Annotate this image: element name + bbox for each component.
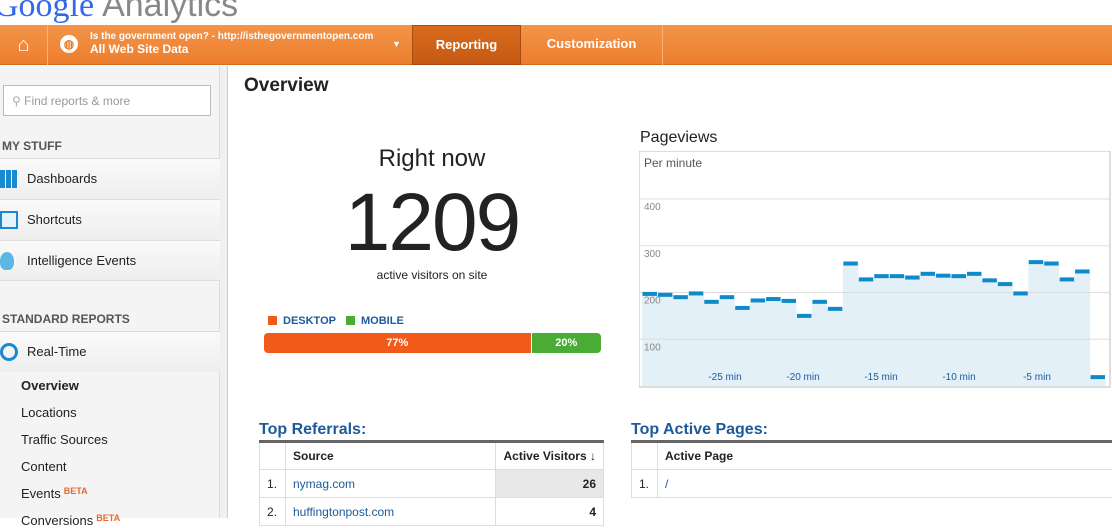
chart-bar	[859, 277, 873, 281]
table-row: 1.nymag.com26	[260, 470, 604, 498]
chart-bar	[936, 274, 950, 278]
legend-mobile: MOBILE	[346, 315, 404, 327]
chart-bar	[658, 293, 672, 297]
page-link[interactable]: /	[665, 477, 668, 491]
active-visitors-count: 1209	[262, 176, 602, 270]
chart-bar	[828, 307, 842, 311]
referrals-table: SourceActive Visitors ↓ 1.nymag.com26 2.…	[259, 440, 604, 526]
sidebar-item-intelligence-events[interactable]: Intelligence Events	[0, 240, 220, 281]
shortcut-icon	[0, 211, 18, 229]
real-time-icon	[0, 343, 18, 361]
legend-desktop: DESKTOP	[268, 315, 336, 327]
chart-bar	[782, 299, 796, 303]
chart-bar	[643, 292, 657, 296]
chart-bar	[967, 272, 981, 276]
referral-link[interactable]: huffingtonpost.com	[293, 505, 394, 519]
property-view: All Web Site Data	[90, 42, 188, 56]
chart-bar	[1060, 277, 1074, 281]
chart-bar	[982, 278, 996, 282]
chart-bar	[751, 298, 765, 302]
pageviews-chart: Per minute 100 200 300 400 -25 min -20 min -15 …	[639, 151, 1112, 388]
sidebar-sub-content[interactable]: Content	[21, 459, 67, 474]
chevron-down-icon: ▼	[392, 39, 401, 49]
beta-badge: BETA	[96, 513, 120, 523]
top-active-pages-title: Top Active Pages:	[631, 421, 768, 439]
home-button[interactable]: ⌂	[0, 25, 47, 65]
chart-bar	[843, 262, 857, 266]
right-now-label: Right now	[262, 145, 602, 173]
chart-bar	[921, 272, 935, 276]
property-site: Is the government open? - http://isthego…	[90, 31, 373, 42]
search-input[interactable]: ⚲ Find reports & more	[3, 85, 211, 116]
top-nav-bar: ⌂ ◍ Is the government open? - http://ist…	[0, 25, 1112, 65]
x-tick-label: -10 min	[942, 372, 975, 383]
sidebar-sub-locations[interactable]: Locations	[21, 405, 77, 420]
chart-bar	[1029, 260, 1043, 264]
beta-badge: BETA	[64, 486, 88, 496]
active-pages-table: Active Page 1./	[631, 440, 1112, 498]
top-referrals-title: Top Referrals:	[259, 421, 366, 439]
chart-title: Pageviews	[640, 129, 717, 147]
chart-bar	[952, 274, 966, 278]
desktop-segment: 77%	[264, 333, 532, 353]
y-tick-label: 200	[644, 296, 661, 307]
section-standard-reports: STANDARD REPORTS	[2, 312, 130, 326]
tab-reporting[interactable]: Reporting	[412, 25, 521, 65]
x-tick-label: -25 min	[708, 372, 741, 383]
y-tick-label: 100	[644, 342, 661, 353]
col-source[interactable]: Source	[286, 442, 496, 470]
referral-link[interactable]: nymag.com	[293, 477, 355, 491]
globe-icon: ◍	[60, 35, 78, 53]
chart-bar	[998, 282, 1012, 286]
x-tick-label: -20 min	[786, 372, 819, 383]
table-row: 2.huffingtonpost.com4	[260, 498, 604, 526]
section-my-stuff: MY STUFF	[2, 139, 62, 153]
sidebar-item-real-time[interactable]: Real-Time	[0, 331, 220, 372]
tab-customization[interactable]: Customization	[521, 25, 662, 65]
sort-down-icon: ↓	[590, 449, 596, 463]
chart-bar	[797, 314, 811, 318]
sidebar-sub-events[interactable]: EventsBETA	[21, 486, 88, 501]
chart-bar	[735, 306, 749, 310]
table-row: 1./	[632, 470, 1112, 498]
chart-bar	[1044, 262, 1058, 266]
chart-bar	[905, 276, 919, 280]
active-visitors-caption: active visitors on site	[262, 268, 602, 282]
chart-bar	[689, 291, 703, 295]
x-tick-label: -15 min	[864, 372, 897, 383]
chart-bar	[1075, 269, 1089, 273]
dashboard-grid-icon	[0, 170, 18, 188]
chart-bar	[704, 300, 718, 304]
y-tick-label: 400	[644, 202, 661, 213]
sidebar-item-shortcuts[interactable]: Shortcuts	[0, 199, 220, 240]
sidebar-sub-conversions[interactable]: ConversionsBETA	[21, 513, 120, 528]
chart-bar	[673, 295, 687, 299]
chart-bar	[1091, 375, 1105, 379]
mobile-segment: 20%	[532, 333, 602, 353]
home-icon: ⌂	[17, 34, 29, 56]
col-active-visitors[interactable]: Active Visitors ↓	[496, 442, 604, 470]
page-title: Overview	[244, 75, 329, 97]
google-analytics-logo[interactable]: GoogleAnalytics	[0, 0, 238, 25]
chart-bar	[720, 295, 734, 299]
x-tick-label: -5 min	[1023, 372, 1051, 383]
property-selector[interactable]: ◍ Is the government open? - http://isthe…	[48, 25, 412, 65]
chart-bar	[1013, 291, 1027, 295]
y-tick-label: 300	[644, 249, 661, 260]
col-active-page[interactable]: Active Page	[658, 442, 1112, 470]
chart-subtitle: Per minute	[644, 156, 702, 170]
sidebar-sub-traffic-sources[interactable]: Traffic Sources	[21, 432, 108, 447]
chart-bar	[766, 297, 780, 301]
lightbulb-icon	[0, 252, 14, 270]
search-icon: ⚲	[12, 94, 24, 108]
chart-bar	[890, 274, 904, 278]
sidebar-sub-overview[interactable]: Overview	[21, 378, 79, 393]
sidebar: ⚲ Find reports & more MY STUFF Dashboard…	[0, 66, 220, 518]
sidebar-resize-handle[interactable]	[220, 66, 228, 518]
sidebar-item-dashboards[interactable]: Dashboards	[0, 158, 220, 199]
device-split-bar: 77% 20%	[264, 333, 601, 353]
chart-bar	[874, 274, 888, 278]
chart-bar	[812, 300, 826, 304]
